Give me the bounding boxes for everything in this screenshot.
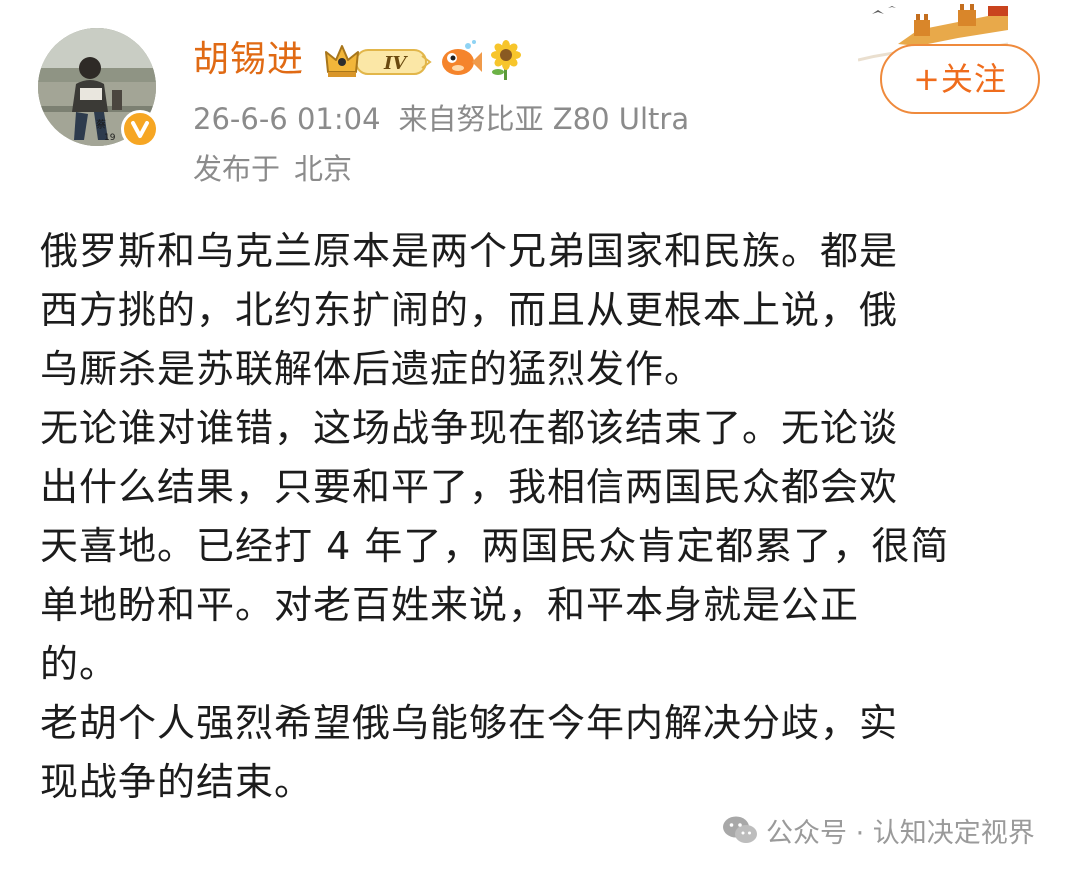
rank-crown-badge-icon[interactable]: IV <box>322 40 434 82</box>
post-timestamp[interactable]: 26-6-6 01:04 <box>193 102 381 136</box>
author-name[interactable]: 胡锡进 <box>193 36 304 84</box>
post-text-line: 老胡个人强烈希望俄乌能够在今年内解决分歧，实 <box>40 701 899 745</box>
post-text-line: 的。 <box>40 642 119 686</box>
post-meta: 26-6-6 01:04 来自努比亚 Z80 Ultra <box>193 98 689 140</box>
post-text-line: 无论谁对谁错，这场战争现在都该结束了。无论谈 <box>40 406 899 450</box>
rank-label: IV <box>383 53 408 74</box>
avatar-caption: 19 <box>104 133 116 143</box>
avatar-caption-mark: 蔡 <box>96 118 106 131</box>
post-content: 俄罗斯和乌克兰原本是两个兄弟国家和民族。都是 西方挑的，北约东扩闹的，而且从更根本… <box>40 222 1040 812</box>
sunflower-icon[interactable] <box>488 40 524 80</box>
fish-icon[interactable] <box>438 40 482 80</box>
watermark-text: 公众号 · 认知决定视界 <box>766 817 1035 849</box>
post-text-line: 俄罗斯和乌克兰原本是两个兄弟国家和民族。都是 <box>40 229 899 273</box>
watermark: 公众号 · 认知决定视界 <box>722 810 1035 850</box>
post-text-line: 现战争的结束。 <box>40 760 314 804</box>
post-text-line: 西方挑的，北约东扩闹的，而且从更根本上说，俄 <box>40 288 899 332</box>
wechat-icon <box>723 816 757 843</box>
post-text-line: 天喜地。已经打 4 年了，两国民众肯定都累了，很简 <box>40 524 950 568</box>
location-name: 北京 <box>294 152 353 186</box>
location-prefix: 发布于 <box>193 152 281 186</box>
post-text-line: 乌厮杀是苏联解体后遗症的猛烈发作。 <box>40 347 704 391</box>
post-location: 发布于 北京 <box>193 148 352 190</box>
follow-button[interactable]: +关注 <box>880 44 1040 114</box>
post-text-line: 出什么结果，只要和平了，我相信两国民众都会欢 <box>40 465 899 509</box>
post-source: 来自努比亚 Z80 Ultra <box>398 102 690 136</box>
verified-badge-icon <box>121 110 159 148</box>
post-text-line: 单地盼和平。对老百姓来说，和平本身就是公正 <box>40 583 860 627</box>
